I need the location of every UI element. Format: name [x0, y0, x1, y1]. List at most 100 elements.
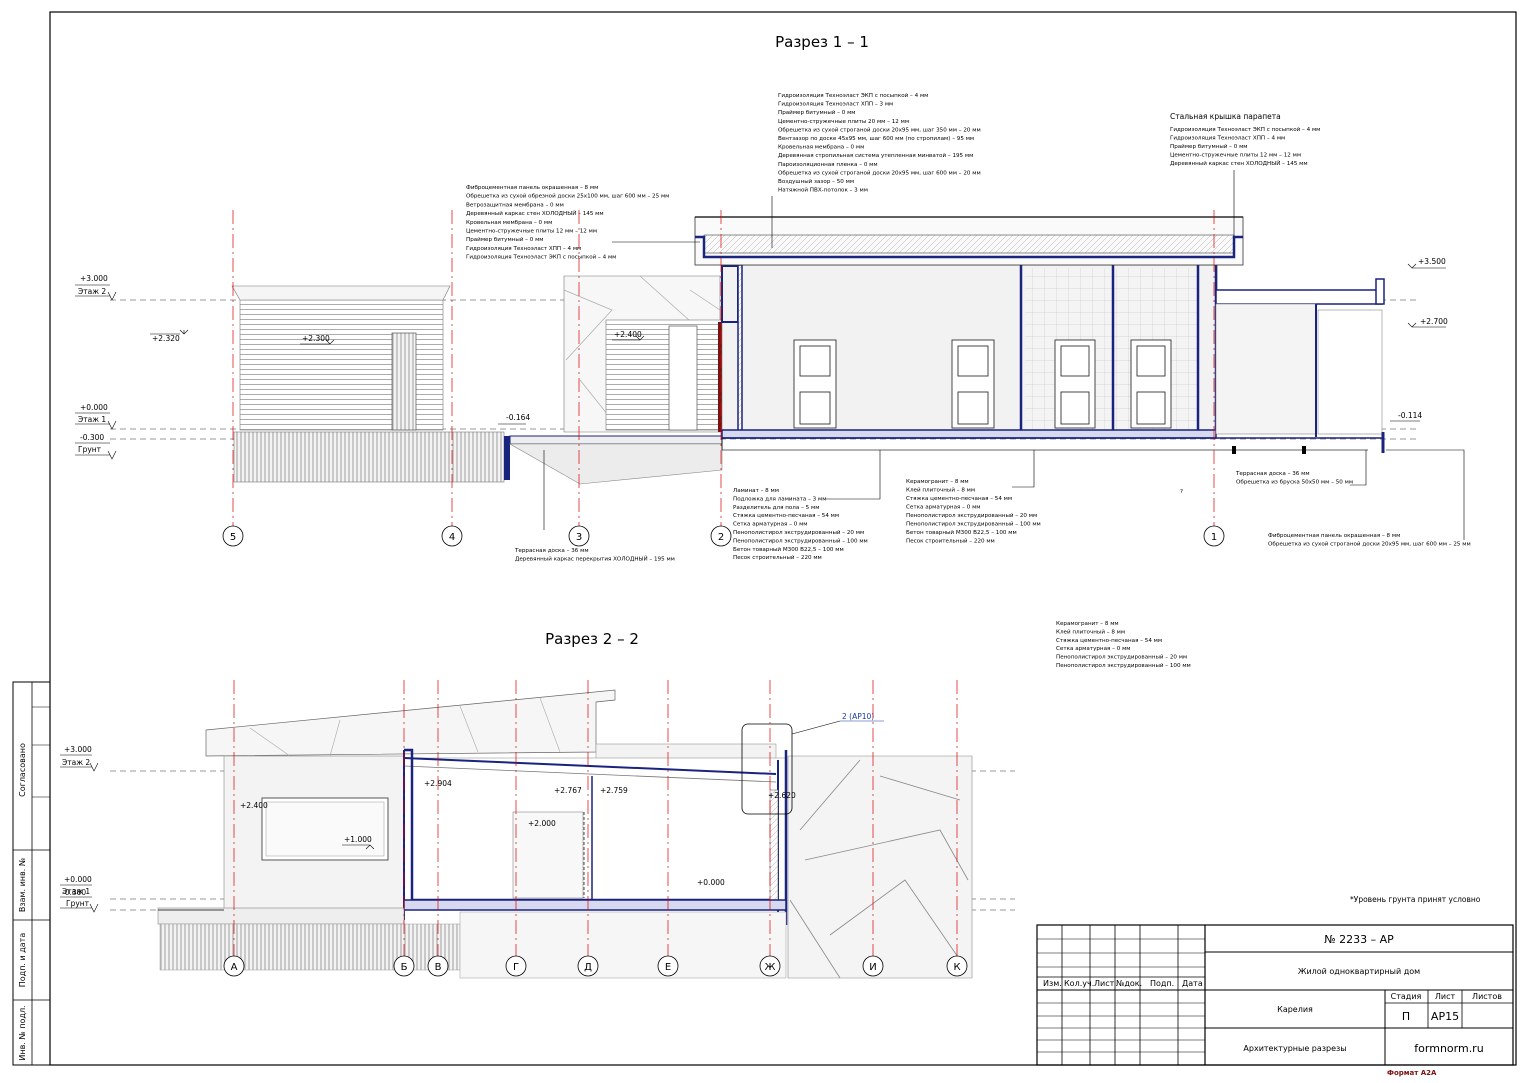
section-1-levels: +3.000 Этаж 2 +0.000 Этаж 1 -0.300 Грунт: [75, 274, 117, 460]
note-line: Пенополистирол экструдированный – 20 мм: [1056, 654, 1187, 661]
level-label: Грунт: [78, 445, 102, 454]
note-floor-3: Керамогранит – 8 ммКлей плиточный – 8 мм…: [1056, 621, 1191, 669]
note-line: Натяжной ПВХ-потолок – 3 мм: [778, 187, 868, 194]
note-line: Гидроизоляция Техноэласт ХПП – 3 мм: [778, 102, 893, 108]
level-label: Этаж 1: [78, 415, 106, 424]
note-line: Пароизоляционная пленка – 0 мм: [778, 162, 878, 168]
elev-mark: +2.300: [302, 334, 330, 343]
tb-stage-header: Стадия: [1391, 992, 1422, 1001]
elev-mark: +1.000: [344, 835, 372, 844]
note-line: Праймер битумный – 0 мм: [1170, 143, 1248, 150]
elev-mark: +2.620: [768, 791, 796, 800]
question-mark: ?: [1180, 489, 1183, 495]
section-2-building: 2 (АР10): [157, 689, 973, 979]
tb-project-name: Жилой одноквартирный дом: [1298, 967, 1420, 976]
note-line: Пенополистирол экструдированный – 100 мм: [906, 521, 1041, 528]
note-facade-right: Фиброцементная панель окрашенная – 8 мм О…: [1268, 533, 1471, 548]
elev-mark: -0.114: [1398, 411, 1422, 420]
axis-label: 1: [1211, 532, 1217, 543]
axis-label: 4: [449, 532, 455, 543]
note-line: Террасная доска – 36 мм: [514, 548, 589, 554]
note-line: Фиброцементная панель окрашенная – 8 мм: [1268, 533, 1400, 539]
section-2-levels: +3.000 Этаж 2 +0.000 Этаж 1 -0.300 Грунт: [60, 745, 99, 913]
drawing-sheet: Согласовано Взам. инв. № Подп. и дата Ин…: [0, 0, 1522, 1079]
note-line: Пенополистирол экструдированный – 20 мм: [733, 529, 864, 536]
note-line: Праймер битумный – 0 мм: [466, 236, 544, 243]
note-line: Обрешетка из сухой строганой доски 20х95…: [1268, 541, 1471, 548]
section-1-title: Разрез 1 – 1: [775, 33, 869, 51]
section-1-left-pavilion: [231, 285, 510, 483]
elev-mark: +2.904: [424, 779, 452, 788]
axis-label: Б: [401, 962, 408, 973]
note-line: Пенополистирол экструдированный – 100 мм: [733, 537, 868, 544]
note-line: Гидроизоляция Техноэласт ЭКП с посыпкой …: [1170, 126, 1320, 133]
note-line: Ламинат – 8 мм: [733, 488, 779, 494]
stamp-inv-orig: Инв. № подл.: [18, 1005, 27, 1060]
tb-format: Формат А2А: [1387, 1069, 1437, 1077]
detail-callout-label[interactable]: 2 (АР10): [842, 712, 874, 721]
level-label: Этаж 2: [78, 287, 106, 296]
tb-header-sign: Подп.: [1150, 979, 1174, 988]
tb-sheet-value: АР15: [1431, 1010, 1459, 1023]
side-stamp: Согласовано Взам. инв. № Подп. и дата Ин…: [12, 681, 51, 1066]
axis-label: В: [435, 962, 442, 973]
level-label: Грунт: [66, 899, 90, 908]
axis-label: К: [953, 962, 960, 973]
note-line: Стяжка цементно-песчаная – 54 мм: [733, 513, 839, 519]
note-line: Кровельная мембрана – 0 мм: [778, 145, 864, 151]
note-line: Фиброцементная панель окрашенная – 8 мм: [466, 185, 598, 191]
tb-header-doc: №док.: [1116, 979, 1142, 988]
section-1-middle-wing: [508, 275, 724, 485]
elev-mark: -0.164: [506, 413, 530, 422]
tb-header-count: Кол.уч.: [1064, 979, 1094, 988]
note-line: Бетон товарный М300 В22,5 – 100 мм: [733, 546, 844, 553]
elev-mark: +2.400: [240, 801, 268, 810]
note-line: Керамогранит – 8 мм: [1056, 621, 1119, 627]
note-line: Клей плиточный – 8 мм: [906, 487, 975, 494]
note-line: Клей плиточный – 8 мм: [1056, 628, 1125, 635]
note-line: Гидроизоляция Техноэласт ХПП – 4 мм: [1170, 136, 1285, 142]
note-line: Песок строительный – 220 мм: [733, 554, 822, 561]
level-value: +0.000: [80, 403, 108, 412]
section-1-axis-bubbles: 5 4 3 2 1: [222, 525, 1225, 547]
note-line: Деревянный каркас стен ХОЛОДНЫЙ – 145 мм: [466, 210, 604, 217]
axis-label: Ж: [765, 962, 776, 973]
note-line: Сетка арматурная – 0 мм: [906, 505, 981, 511]
axis-label: Д: [584, 962, 592, 973]
note-line: Цементно-стружечные плиты 12 мм – 12 мм: [466, 229, 597, 235]
note-line: Праймер битумный – 0 мм: [778, 109, 856, 116]
title-block-text: Изм. Кол.уч. Лист №док. Подп. Дата № 223…: [1043, 933, 1502, 1055]
note-line: Ветрозащитная мембрана – 0 мм: [466, 202, 564, 208]
level-label: Этаж 2: [62, 758, 90, 767]
note-line: Песок строительный – 220 мм: [906, 538, 995, 545]
note-line: Деревянный каркас стен ХОЛОДНЫЙ – 145 мм: [1170, 160, 1308, 167]
axis-label: А: [231, 962, 238, 973]
note-terrace-right: Террасная доска – 36 мм Обрешетка из брус…: [1235, 471, 1353, 486]
axis-label: И: [869, 962, 876, 973]
ground-footnote: *Уровень грунта принят условно: [1350, 895, 1481, 904]
elev-mark: +2.700: [1420, 317, 1448, 326]
tb-brand: formnorm.ru: [1414, 1042, 1483, 1055]
note-line: Деревянная стропильная система утепленна…: [778, 152, 973, 159]
level-value: -0.300: [62, 888, 86, 897]
note-line: Подложка для ламината – 3 мм: [733, 496, 826, 502]
note-roof-top: Гидроизоляция Техноэласт ЭКП с посыпкой …: [778, 92, 981, 194]
axis-label: 5: [230, 532, 236, 543]
note-line: Цементно-стружечные плиты 12 мм – 12 мм: [1170, 153, 1301, 159]
section-1-main-building: [694, 216, 1385, 454]
note-line: Стяжка цементно-песчаная – 54 мм: [1056, 638, 1162, 644]
note-line: Деревянный каркас перекрытия ХОЛОДНЫЙ – …: [515, 556, 675, 563]
note-line: Сетка арматурная – 0 мм: [733, 522, 808, 528]
tb-location: Карелия: [1277, 1005, 1313, 1014]
axis-label: Г: [513, 962, 519, 973]
tb-sheet-header: Лист: [1435, 992, 1456, 1001]
note-parapet: Гидроизоляция Техноэласт ЭКП с посыпкой …: [1170, 126, 1320, 167]
note-line: Пенополистирол экструдированный – 100 мм: [1056, 662, 1191, 669]
note-line: Обрешетка из бруска 50х50 мм – 50 мм: [1236, 480, 1353, 486]
note-line: Бетон товарный М300 В22,5 – 100 мм: [906, 529, 1017, 536]
tb-sheets-header: Листов: [1472, 992, 1502, 1001]
note-line: Воздушный зазор – 50 мм: [778, 178, 854, 185]
level-value: +0.000: [64, 875, 92, 884]
note-line: Разделитель для пола – 5 мм: [733, 505, 819, 511]
note-line: Обрешетка из сухой строганой доски 20х95…: [778, 169, 981, 176]
